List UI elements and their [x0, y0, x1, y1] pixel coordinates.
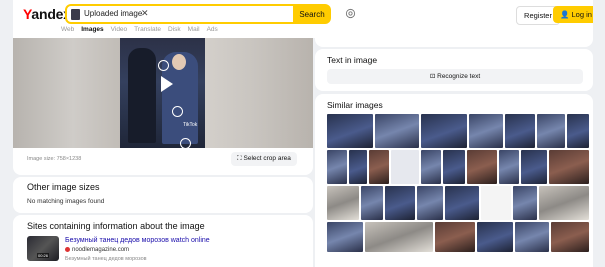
service-nav: Web Images Video Translate Disk Mail Ads	[61, 26, 218, 33]
similar-image[interactable]	[513, 186, 537, 220]
select-crop-button[interactable]: ⛶ Select crop area	[231, 152, 297, 166]
similar-image[interactable]	[469, 114, 503, 148]
nav-disk[interactable]: Disk	[168, 26, 181, 33]
result-domain-row[interactable]: noodlemagazine.com	[65, 247, 129, 253]
nav-mail[interactable]: Mail	[188, 26, 200, 33]
text-in-image-title: Text in image	[327, 55, 378, 65]
top-right-card	[315, 38, 593, 47]
clear-icon[interactable]: ✕	[141, 8, 149, 19]
similar-image[interactable]	[443, 150, 465, 184]
similar-image[interactable]	[417, 186, 443, 220]
similar-image[interactable]	[349, 150, 367, 184]
similar-image[interactable]	[515, 222, 549, 252]
similar-image[interactable]	[327, 186, 359, 220]
header: Yandex Uploaded image ✕ Search Register …	[13, 0, 593, 38]
other-sizes-title: Other image sizes	[27, 182, 100, 192]
similar-image[interactable]	[539, 186, 589, 220]
similar-image[interactable]	[327, 222, 363, 252]
similar-images-title: Similar images	[327, 100, 383, 110]
crop-marker-icon[interactable]	[172, 106, 183, 117]
video-duration: 00:26	[37, 253, 50, 258]
search-button[interactable]: Search	[293, 4, 331, 24]
similar-image[interactable]	[391, 150, 419, 184]
similar-image[interactable]	[369, 150, 389, 184]
nav-web[interactable]: Web	[61, 26, 74, 33]
result-description: Безумный танец дедов морозов	[65, 256, 147, 262]
other-sizes-card: Other image sizes No matching images fou…	[13, 177, 313, 213]
crop-marker-icon[interactable]	[180, 138, 191, 149]
search-query[interactable]: Uploaded image	[84, 9, 142, 18]
recognize-text-button[interactable]: ⊡ Recognize text	[327, 69, 583, 84]
nav-translate[interactable]: Translate	[134, 26, 161, 33]
uploaded-image-thumbnail	[71, 9, 80, 20]
similar-image[interactable]	[505, 114, 535, 148]
similar-image[interactable]	[549, 150, 589, 184]
play-icon[interactable]	[161, 76, 173, 92]
sites-title: Sites containing information about the i…	[27, 221, 205, 231]
search-box[interactable]: Uploaded image ✕	[65, 4, 317, 24]
login-label: Log in	[571, 10, 592, 19]
similar-image[interactable]	[327, 114, 373, 148]
user-icon: 👤	[560, 10, 570, 19]
similar-image[interactable]	[385, 186, 415, 220]
nav-images[interactable]: Images	[81, 26, 103, 33]
image-size: Image size: 758×1238	[27, 156, 82, 162]
similar-image[interactable]	[537, 114, 565, 148]
favicon-icon	[65, 247, 70, 252]
similar-image[interactable]	[435, 222, 475, 252]
other-sizes-message: No matching images found	[27, 198, 105, 205]
nav-ads[interactable]: Ads	[207, 26, 218, 33]
sites-card: Sites containing information about the i…	[13, 215, 313, 267]
similar-image[interactable]	[361, 186, 383, 220]
face	[172, 54, 186, 70]
similar-image[interactable]	[467, 150, 497, 184]
image-preview-card: TikTok Image size: 758×1238 ⛶ Select cro…	[13, 38, 313, 175]
select-crop-label: Select crop area	[243, 155, 291, 162]
scan-text-icon: ⊡	[429, 73, 436, 80]
result-domain: noodlemagazine.com	[72, 247, 130, 254]
similar-image[interactable]	[421, 114, 467, 148]
yandex-logo[interactable]: Yandex	[23, 6, 71, 22]
similar-image[interactable]	[421, 150, 441, 184]
tiktok-watermark: TikTok	[183, 122, 198, 128]
similar-image[interactable]	[551, 222, 589, 252]
similar-image[interactable]	[499, 150, 519, 184]
similar-image[interactable]	[481, 186, 511, 220]
nav-video[interactable]: Video	[111, 26, 128, 33]
similar-image[interactable]	[477, 222, 513, 252]
uploaded-image-preview[interactable]: TikTok	[120, 38, 205, 149]
person-figure	[128, 48, 156, 143]
similar-image[interactable]	[327, 150, 347, 184]
similar-image[interactable]	[375, 114, 419, 148]
crop-marker-icon[interactable]	[158, 60, 169, 71]
login-button[interactable]: 👤 Log in	[553, 6, 593, 23]
similar-images-card: Similar images	[315, 94, 593, 267]
camera-search-icon[interactable]	[345, 8, 356, 19]
similar-image[interactable]	[445, 186, 479, 220]
recognize-text-label: Recognize text	[437, 73, 481, 80]
page: Yandex Uploaded image ✕ Search Register …	[13, 0, 593, 267]
text-in-image-card: Text in image ⊡ Recognize text	[315, 49, 593, 91]
crop-icon: ⛶	[237, 155, 242, 162]
similar-image[interactable]	[521, 150, 547, 184]
result-link[interactable]: Безумный танец дедов морозов watch onlin…	[65, 237, 210, 244]
similar-image[interactable]	[365, 222, 433, 252]
similar-image[interactable]	[567, 114, 589, 148]
